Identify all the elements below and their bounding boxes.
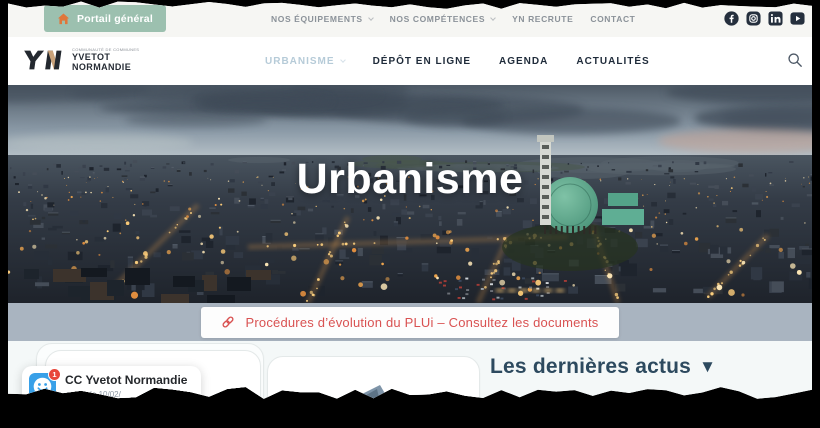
youtube-icon[interactable] [790,11,805,26]
site-logo[interactable]: COMMUNAUTÉ DE COMMUNES YVETOT NORMANDIE [20,44,139,76]
chevron-down-icon [368,15,374,21]
screenshot-frame: { "topbar": { "portal_button": { "label"… [0,0,820,402]
yn-logo-icon [20,44,66,76]
top-utility-bar: Portail général NOS ÉQUIPEMENTS NOS COMP… [8,0,812,37]
instagram-icon[interactable] [746,11,761,26]
nav-urbanisme[interactable]: URBANISME [265,56,345,67]
chevron-down-icon [490,15,496,21]
home-icon [57,13,70,25]
portal-button-label: Portail général [77,13,153,25]
notification-badge: 1 [48,368,61,381]
primary-nav: URBANISME DÉPÔT EN LIGNE AGENDA ACTUALIT… [265,37,650,85]
chat-widget-icon: 1 [29,373,56,400]
plui-banner-band: Procédures d’évolution du PLUi – Consult… [8,303,812,341]
brand-name-line2: NORMANDIE [72,63,139,72]
main-navigation-bar: COMMUNAUTÉ DE COMMUNES YVETOT NORMANDIE … [8,37,812,85]
card-logo-circle [140,391,162,413]
chat-widget-subtext: ée le 10/02/ [79,390,187,399]
nav-nos-competences[interactable]: NOS COMPÉTENCES [390,14,495,24]
social-links [724,0,805,37]
plui-link-label: Procédures d’évolution du PLUi – Consult… [245,315,598,330]
chevron-down-icon [340,57,346,63]
nav-actualites[interactable]: ACTUALITÉS [576,56,649,67]
utility-nav: NOS ÉQUIPEMENTS NOS COMPÉTENCES YN RECRU… [271,0,635,37]
portal-general-button[interactable]: Portail général [44,5,166,32]
linkedin-icon[interactable] [768,11,783,26]
nav-yn-recrute[interactable]: YN RECRUTE [512,14,573,24]
caret-down-icon: ▼ [699,357,716,377]
link-icon [221,315,235,329]
facebook-icon[interactable] [724,11,739,26]
search-icon[interactable] [787,52,803,68]
chat-widget-title: CC Yvetot Normandie [65,373,187,387]
hero-banner: Urbanisme [8,85,812,303]
nav-contact[interactable]: CONTACT [590,14,635,24]
page: Portail général NOS ÉQUIPEMENTS NOS COMP… [8,0,812,402]
nav-depot-en-ligne[interactable]: DÉPÔT EN LIGNE [373,56,471,67]
news-card[interactable] [267,356,480,428]
plui-documents-link[interactable]: Procédures d’évolution du PLUi – Consult… [201,307,618,338]
news-section: Les dernières actus ▼ 1 CC Yvetot Norman… [8,341,812,402]
latest-news-heading: Les dernières actus ▼ [490,355,716,379]
nav-nos-equipements[interactable]: NOS ÉQUIPEMENTS [271,14,373,24]
page-title: Urbanisme [8,155,812,204]
card-thumbnail [344,383,392,403]
chat-widget[interactable]: 1 CC Yvetot Normandie ée le 10/02/ [22,366,201,410]
nav-agenda[interactable]: AGENDA [499,56,548,67]
